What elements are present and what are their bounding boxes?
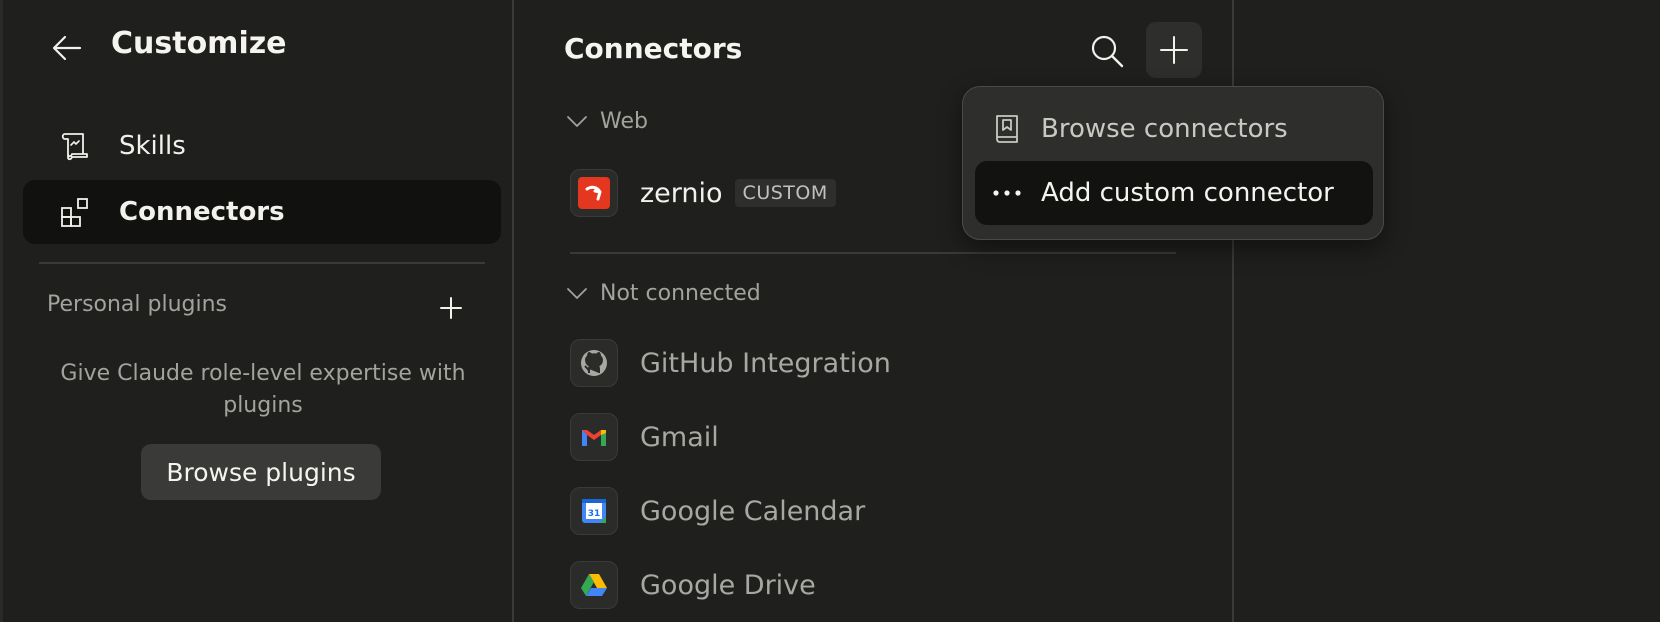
plugins-hint-text: Give Claude role-level expertise with pl… [60, 361, 466, 418]
connector-item-zernio[interactable]: zernio CUSTOM [570, 168, 836, 218]
search-button[interactable] [1084, 28, 1130, 74]
zernio-logo-icon [570, 169, 618, 217]
connector-item-github[interactable]: GitHub Integration [570, 338, 891, 388]
more-dots-icon [987, 173, 1027, 213]
connector-item-gmail[interactable]: Gmail [570, 412, 719, 462]
sidebar-item-label: Skills [119, 131, 186, 161]
chevron-down-icon [564, 108, 590, 134]
plus-icon [1160, 36, 1188, 64]
gmail-icon [570, 413, 618, 461]
divider [39, 262, 485, 264]
sidebar-item-connectors[interactable]: Connectors [23, 180, 501, 244]
connector-name: Google Drive [640, 569, 816, 601]
connector-name: Gmail [640, 421, 719, 453]
add-connector-menu: Browse connectors Add custom connector [962, 86, 1384, 240]
github-icon [570, 339, 618, 387]
connectors-icon [55, 192, 95, 232]
search-icon [1091, 35, 1124, 68]
group-label: Web [600, 108, 648, 134]
menu-item-add-custom-connector[interactable]: Add custom connector [975, 161, 1373, 225]
sidebar: Customize Skills Connectors Personal plu… [0, 0, 514, 622]
section-label: Personal plugins [47, 292, 228, 317]
sidebar-item-label: Connectors [119, 197, 285, 227]
scroll-icon [55, 126, 95, 166]
connector-name: GitHub Integration [640, 347, 891, 379]
add-connector-button[interactable] [1146, 22, 1202, 78]
back-button[interactable] [47, 28, 87, 68]
divider [570, 252, 1176, 254]
chevron-down-icon [564, 280, 590, 306]
connector-name: Google Calendar [640, 495, 866, 527]
page-title: Customize [111, 26, 287, 61]
sidebar-item-skills[interactable]: Skills [23, 114, 501, 178]
group-header-web[interactable]: Web [564, 108, 648, 134]
app-window: Customize Skills Connectors Personal plu… [0, 0, 1660, 622]
custom-badge: CUSTOM [734, 179, 836, 207]
group-label: Not connected [600, 280, 761, 306]
connector-item-google-drive[interactable]: Google Drive [570, 560, 816, 610]
browse-plugins-button[interactable]: Browse plugins [141, 444, 381, 500]
arrow-left-icon [52, 35, 82, 61]
add-plugin-button[interactable] [433, 290, 469, 326]
panel-title: Connectors [564, 32, 743, 65]
menu-item-browse-connectors[interactable]: Browse connectors [975, 97, 1373, 161]
book-icon [987, 109, 1027, 149]
group-header-not-connected[interactable]: Not connected [564, 280, 761, 306]
calendar-day-text: 31 [588, 509, 601, 519]
google-calendar-icon: 31 [570, 487, 618, 535]
connector-name: zernio [640, 177, 723, 209]
connector-item-google-calendar[interactable]: 31 Google Calendar [570, 486, 865, 536]
plus-icon [440, 297, 462, 319]
menu-item-label: Add custom connector [1041, 178, 1334, 208]
google-drive-icon [570, 561, 618, 609]
menu-item-label: Browse connectors [1041, 114, 1288, 144]
